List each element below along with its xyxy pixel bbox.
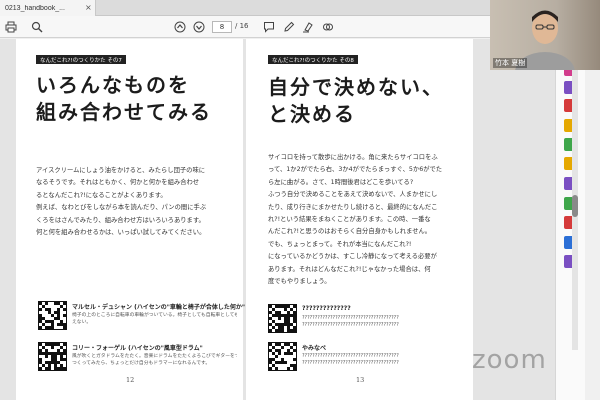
reference-title: マルセル・デュシャン (ハイセンの"車輪と椅子が合体した何か" — [72, 304, 245, 311]
body-text: アイスクリームにしょう油をかけると、みたらし団子の味に なるそうです。それはとも… — [36, 165, 236, 239]
reference-item: マルセル・デュシャン (ハイセンの"車輪と椅子が合体した何か" 椅子の上のところ… — [38, 301, 245, 335]
heading-line: と決める — [268, 102, 356, 126]
document-tab[interactable]: 0213_handbook_... × — [0, 0, 96, 16]
pen-icon[interactable] — [282, 20, 296, 34]
reference-description: ?????????????????????????????????????? ?… — [302, 353, 467, 367]
page-up-icon[interactable] — [173, 20, 187, 34]
scrollbar[interactable] — [572, 45, 578, 350]
page-number: 13 — [356, 376, 365, 384]
body-line: るとなんだこれ?!になることがよくあります。 — [36, 191, 167, 199]
page-number: 12 — [126, 376, 135, 384]
body-line: たり、成り行きにまかせたりし続けると、最終的になんだこ — [268, 203, 438, 211]
page-right: なんだこれ?!のつくりかた その8 自分で決めない、 と決める サイコロを持って… — [246, 39, 473, 400]
document-tab-title: 0213_handbook_... — [5, 4, 65, 12]
body-line: あります。それはどんなだこれ?!じゃなかった場合は、何 — [268, 265, 431, 273]
reference-line: ?????????????????????????????????????? — [302, 323, 399, 329]
participant-video: 竹本 夏樹 — [490, 0, 600, 70]
participant-name: 竹本 夏樹 — [493, 58, 528, 68]
tools-panel — [555, 39, 585, 400]
body-line: ふつう自分で決めることをあえて決めないで、人まかせにし — [268, 191, 438, 199]
share-icon[interactable] — [321, 20, 335, 34]
body-line: なるそうです。それはともかく、何かと何かを組み合わせ — [36, 179, 200, 187]
body-line: ら左に曲がる。さて、1時間後君はどこを歩いてる? — [268, 178, 414, 186]
close-tab-icon[interactable]: × — [85, 4, 92, 12]
heading-line: いろんなものを — [36, 73, 190, 97]
body-line: アイスクリームにしょう油をかけると、みたらし団子の味に — [36, 167, 206, 174]
body-line: 何と何を組み合わせるかは、いっぱい試してみてください。 — [36, 229, 206, 237]
qr-code[interactable] — [268, 342, 297, 371]
section-tag: なんだこれ?!のつくりかた その8 — [268, 55, 358, 64]
reference-title: ?????????????? — [302, 305, 351, 312]
print-icon[interactable] — [4, 20, 18, 34]
reference-line: 風が吹くとガタドラムをたたく。音楽にドラムをたたくよろこびでギターをつける — [72, 354, 237, 359]
reference-line: ?????????????????????????????????????? — [302, 316, 399, 321]
reference-title: やみなべ — [302, 345, 327, 352]
page-left: なんだこれ?!のつくりかた その7 いろんなものを 組み合わせてみる アイスクリ… — [16, 39, 245, 400]
scroll-thumb[interactable] — [572, 195, 578, 217]
body-line: れ?!という結果をまねくことがあります。この時、一番な — [268, 216, 431, 224]
heading-line: 組み合わせてみる — [36, 100, 212, 124]
qr-code[interactable] — [38, 301, 67, 330]
reference-title: コリー・フォーゲル (ハイセンの"風車型ドラム" — [72, 345, 203, 352]
reference-description: ?????????????????????????????????????? ?… — [302, 315, 467, 329]
reference-line: ?????????????????????????????????????? — [302, 354, 399, 359]
section-tag: なんだこれ?!のつくりかた その7 — [36, 55, 126, 64]
qr-code[interactable] — [38, 342, 67, 371]
body-line: 度でもやりましょう。 — [268, 278, 331, 286]
reference-line: えない。 — [72, 320, 92, 326]
page-down-icon[interactable] — [192, 20, 206, 34]
reference-line: 椅子の上のところに自転車の車輪がついている。椅子としても自転車としても使 — [72, 313, 237, 318]
body-line: でも、ちょっとまって。それが本当になんだこれ?! — [268, 240, 412, 248]
body-line: って、1か2がでたら右、3か4がでたらまっすぐ、5か6がでた — [268, 166, 443, 174]
body-line: んだこれ?!と思うのはおそらく自分自身かもしれません。 — [268, 228, 432, 236]
page-heading: いろんなものを 組み合わせてみる — [36, 72, 212, 126]
reference-item: やみなべ ???????????????????????????????????… — [268, 342, 468, 376]
highlight-icon[interactable] — [301, 20, 315, 34]
reference-line: つくってみたら、ちょっとだけ自分もドラマーになれるんです。 — [72, 361, 211, 367]
toolbar: 8 / 16 — [0, 16, 490, 38]
body-line: くろをはさんでみたり、組み合わせ方はいろいろあります。 — [36, 216, 205, 224]
qr-code[interactable] — [268, 304, 297, 333]
reference-description: 風が吹くとガタドラムをたたく。音楽にドラムをたたくよろこびでギターをつける つく… — [72, 353, 237, 367]
body-line: 例えば、なわとびをしながら本を読んだり、パンの間に手ぶ — [36, 204, 207, 212]
reference-item: コリー・フォーゲル (ハイセンの"風車型ドラム" 風が吹くとガタドラムをたたく。… — [38, 342, 238, 376]
tab-bar: 0213_handbook_... × — [0, 0, 490, 16]
zoom-watermark: zoom — [472, 345, 547, 375]
heading-line: 自分で決めない、 — [268, 75, 444, 99]
comment-icon[interactable] — [262, 20, 276, 34]
search-icon[interactable] — [30, 20, 44, 34]
reference-description: 椅子の上のところに自転車の車輪がついている。椅子としても自転車としても使 えない… — [72, 312, 237, 326]
page-heading: 自分で決めない、 と決める — [268, 74, 444, 128]
reference-item: ?????????????? ?????????????????????????… — [268, 304, 468, 338]
body-line: サイコロを持って散歩に出かける。角に来たらサイコロをふ — [268, 154, 438, 161]
body-text: サイコロを持って散歩に出かける。角に来たらサイコロをふ って、1か2がでたら右、… — [268, 152, 468, 288]
page-number-input[interactable]: 8 — [212, 21, 232, 33]
reference-line: ?????????????????????????????????????? — [302, 361, 399, 367]
page-total: / 16 — [235, 22, 249, 30]
body-line: になっているかどうかは、すこし冷静になって考える必要が — [268, 253, 437, 261]
